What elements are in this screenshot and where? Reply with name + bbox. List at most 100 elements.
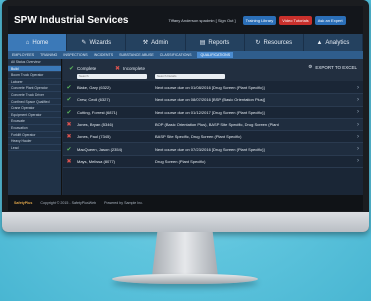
ask-expert-button[interactable]: Ask an Expert: [314, 15, 346, 25]
nav-admin[interactable]: ⚒ Admin: [126, 34, 186, 51]
app-title: SPW Industrial Services: [14, 14, 129, 26]
sidebar-item[interactable]: Heavy Hauler: [8, 138, 61, 145]
training-library-button[interactable]: Training Library: [242, 15, 277, 25]
monitor-chin: [2, 212, 369, 232]
close-icon: ✖: [66, 122, 72, 129]
complete-filter[interactable]: ✔ Complete: [69, 65, 96, 72]
main-content: ✔ Complete ✖ Incomplete ⚙ EXPORT TO EXCE…: [63, 59, 363, 195]
sidebar: All Status Overview Build Boom Truck Ope…: [8, 59, 62, 195]
monitor-stand: [152, 232, 218, 276]
tab-employees[interactable]: EMPLOYEES: [12, 53, 34, 57]
employee-name: Jones, Bryan (5346): [77, 122, 114, 128]
table-row[interactable]: ✔ Cutting, Forrest (6871) Next course du…: [63, 107, 363, 119]
incomplete-label: Incomplete: [123, 66, 146, 71]
tab-qualifications[interactable]: QUALIFICATIONS: [197, 52, 234, 58]
nav-resources[interactable]: ↻ Resources: [245, 34, 304, 51]
tab-substance-abuse[interactable]: SUBSTANCE ABUSE: [119, 53, 154, 57]
sidebar-item[interactable]: Build: [8, 65, 61, 73]
nav-label: Admin: [151, 39, 169, 46]
video-tutorials-button[interactable]: Video Tutorials: [279, 15, 312, 25]
sidebar-item[interactable]: Lead: [8, 145, 61, 152]
table-row[interactable]: ✖ Mays, Melissa (8077) Drug Screen (Plan…: [63, 156, 363, 169]
close-icon: ✖: [66, 158, 72, 165]
export-label: EXPORT TO EXCEL: [315, 64, 357, 70]
check-icon: ✔: [66, 146, 72, 153]
check-icon: ✔: [66, 97, 72, 104]
tab-training[interactable]: TRAINING: [40, 53, 57, 57]
footer-logo: SafetyPlus: [14, 201, 33, 205]
sidebar-item[interactable]: Excavation: [8, 125, 61, 132]
nav-analytics[interactable]: ▲ Analytics: [304, 34, 363, 51]
details-search-input[interactable]: Search Details: [155, 74, 225, 79]
table-row[interactable]: ✔ MacQueen, Jason (2354) Next course due…: [63, 143, 363, 156]
sidebar-item[interactable]: Concrete Plant Operator: [8, 85, 61, 92]
sidebar-item[interactable]: Confined Space Qualified: [8, 99, 61, 106]
chevron-right-icon[interactable]: ›: [353, 158, 363, 164]
nav-reports[interactable]: ▤ Reports: [186, 34, 245, 51]
wrench-icon: ⚒: [142, 40, 149, 46]
user-info[interactable]: Tiffany Anderson spadmin [ Sign Out ]: [169, 18, 236, 23]
sidebar-item[interactable]: All Status Overview: [8, 59, 61, 66]
chevron-right-icon[interactable]: ›: [353, 109, 363, 115]
chevron-right-icon[interactable]: ›: [353, 134, 363, 140]
report-icon: ▤: [199, 40, 206, 46]
tab-classifications[interactable]: CLASSIFICATIONS: [160, 53, 192, 57]
qualification-detail: Drug Screen (Plant Specific): [155, 158, 206, 164]
table-row[interactable]: ✖ Jones, Paul (7345) BASP Site Specific,…: [63, 131, 363, 144]
nav-label: Home: [32, 39, 49, 46]
employee-name: Cutting, Forrest (6871): [77, 109, 118, 115]
qualification-list: ✔ Blake, Gary (6322) Next course due on …: [63, 82, 363, 169]
close-icon: ✖: [115, 66, 121, 72]
wand-icon: ✎: [81, 40, 87, 46]
table-row[interactable]: ✔ Blake, Gary (6322) Next course due on …: [63, 82, 363, 95]
export-excel-button[interactable]: ⚙ EXPORT TO EXCEL: [308, 64, 357, 70]
sidebar-item[interactable]: Concrete Truck Driver: [8, 92, 61, 99]
incomplete-filter[interactable]: ✖ Incomplete: [115, 65, 145, 72]
qualification-detail: Next course due on 08/07/2016 [BSP (Basi…: [155, 97, 266, 103]
qualification-detail: Next course due on 01/08/2016 [Drug Scre…: [155, 85, 265, 91]
chevron-right-icon[interactable]: ›: [353, 146, 363, 152]
complete-label: Complete: [77, 66, 97, 71]
nav-wizards[interactable]: ✎ Wizards: [67, 34, 127, 51]
sidebar-item[interactable]: Boom Truck Operator: [8, 72, 61, 79]
nav-label: Analytics: [325, 39, 350, 46]
chevron-right-icon[interactable]: ›: [353, 122, 363, 128]
check-icon: ✔: [66, 85, 72, 92]
employee-name: Crew, Cecil (6327): [77, 97, 110, 103]
top-header: SPW Industrial Services Tiffany Anderson…: [8, 6, 363, 34]
nav-label: Resources: [263, 39, 293, 46]
sidebar-item[interactable]: Excavate: [8, 118, 61, 125]
sub-nav: EMPLOYEES TRAINING INSPECTIONS INCIDENTS…: [8, 51, 363, 59]
home-icon: ⌂: [25, 39, 30, 46]
tab-inspections[interactable]: INSPECTIONS: [63, 53, 87, 57]
powered-by-text: Powered by Sample Inc.: [104, 201, 144, 205]
search-input[interactable]: Search: [77, 74, 147, 79]
main-nav: ⌂ Home ✎ Wizards ⚒ Admin ▤ Reports ↻ Resource…: [8, 34, 363, 51]
chevron-right-icon[interactable]: ›: [353, 85, 363, 91]
sidebar-item[interactable]: Laborer: [8, 79, 61, 86]
gear-icon: ⚙: [308, 64, 313, 69]
monitor: SPW Industrial Services Tiffany Anderson…: [2, 0, 369, 232]
table-row[interactable]: ✖ Jones, Bryan (5346) BOP (Basic Orienta…: [63, 118, 363, 132]
nav-label: Reports: [208, 39, 230, 46]
chevron-right-icon[interactable]: ›: [353, 97, 363, 103]
screen: SPW Industrial Services Tiffany Anderson…: [8, 6, 363, 211]
qualification-detail: BOP (Basic Orientation Plus), BASP Site …: [155, 122, 279, 128]
employee-name: Mays, Melissa (8077): [77, 158, 116, 164]
tab-incidents[interactable]: INCIDENTS: [94, 53, 113, 57]
sidebar-item[interactable]: Forklift Operator: [8, 132, 61, 139]
chart-icon: ▲: [316, 39, 323, 46]
employee-name: MacQueen, Jason (2354): [77, 146, 123, 152]
filter-bar: ✔ Complete ✖ Incomplete ⚙ EXPORT TO EXCE…: [63, 59, 363, 81]
sidebar-item[interactable]: Equipment Operator: [8, 112, 61, 119]
nav-label: Wizards: [89, 39, 112, 46]
qualification-detail: BASP Site Specific, Drug Screen (Plant S…: [155, 134, 242, 140]
close-icon: ✖: [66, 134, 72, 141]
copyright-text: Copyright © 2015 - SafetyPlusWeb: [40, 201, 97, 205]
employee-name: Blake, Gary (6322): [77, 85, 111, 91]
nav-home[interactable]: ⌂ Home: [8, 34, 68, 51]
sidebar-item[interactable]: Crane Operator: [8, 105, 61, 112]
qualification-detail: Next course due on 01/12/2017 [Drug Scre…: [155, 109, 265, 115]
check-icon: ✔: [69, 66, 75, 72]
table-row[interactable]: ✔ Crew, Cecil (6327) Next course due on …: [63, 94, 363, 107]
